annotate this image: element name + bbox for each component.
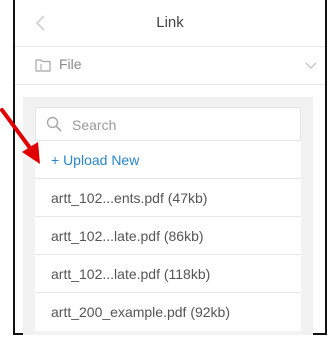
search-icon bbox=[46, 116, 62, 132]
upload-new-button[interactable]: + Upload New bbox=[35, 141, 301, 179]
file-selector[interactable]: File bbox=[15, 46, 325, 85]
file-picker-panel: + Upload New artt_102...ents.pdf (47kb) … bbox=[23, 97, 313, 335]
chevron-down-icon bbox=[305, 62, 317, 69]
list-item[interactable]: artt_200_example.pdf (92kb) bbox=[35, 293, 301, 331]
annotation-arrow-icon bbox=[0, 108, 40, 164]
file-list: + Upload New artt_102...ents.pdf (47kb) … bbox=[35, 141, 301, 331]
folder-icon bbox=[35, 59, 51, 72]
list-item[interactable]: artt_102...late.pdf (86kb) bbox=[35, 217, 301, 255]
search-box bbox=[35, 107, 301, 141]
list-item[interactable]: artt_102...ents.pdf (47kb) bbox=[35, 179, 301, 217]
dialog-title: Link bbox=[156, 14, 184, 31]
list-item[interactable]: artt_102...late.pdf (118kb) bbox=[35, 255, 301, 293]
search-input[interactable] bbox=[70, 113, 294, 137]
dialog-header: Link bbox=[15, 0, 325, 47]
file-selector-label: File bbox=[59, 56, 82, 72]
